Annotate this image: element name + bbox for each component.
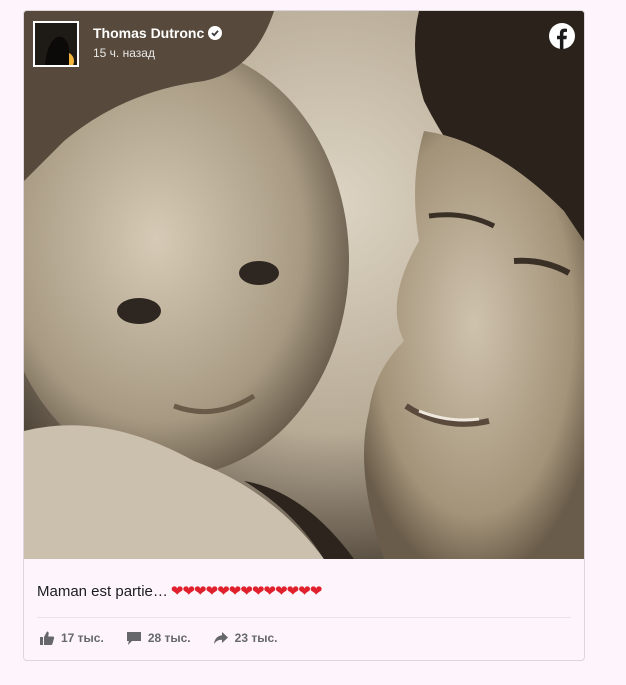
shares-count: 23 тыс. — [234, 631, 278, 645]
heart-emoji-icon: ❤ — [309, 583, 323, 600]
heart-emoji-icon: ❤ — [182, 583, 195, 600]
facebook-post-embed: Thomas Dutronc 15 ч. назад Maman est par… — [23, 10, 585, 661]
heart-emoji-icon: ❤ — [251, 583, 265, 600]
author-name-text[interactable]: Thomas Dutronc — [93, 25, 204, 41]
likes-count: 17 тыс. — [61, 631, 104, 645]
heart-emoji-icon: ❤ — [298, 583, 311, 600]
heart-emoji-icon: ❤ — [228, 583, 242, 600]
post-header: Thomas Dutronc 15 ч. назад — [33, 21, 577, 75]
facebook-logo-icon[interactable] — [549, 23, 575, 49]
heart-emoji-icon: ❤ — [194, 583, 207, 600]
author-avatar[interactable] — [33, 21, 79, 67]
post-timestamp[interactable]: 15 ч. назад — [93, 46, 155, 60]
likes-stat[interactable]: 17 тыс. — [39, 630, 104, 646]
caption-text: Maman est partie… — [37, 582, 168, 600]
heart-emoji-icon: ❤ — [275, 583, 288, 600]
heart-emoji-icon: ❤ — [286, 583, 300, 600]
verified-check-icon — [208, 26, 223, 40]
heart-emoji-icon: ❤ — [217, 583, 230, 600]
thumbs-up-icon — [39, 630, 55, 646]
divider — [37, 617, 571, 618]
heart-emoji-icon: ❤ — [240, 583, 253, 600]
heart-emoji-icon: ❤ — [170, 583, 184, 600]
heart-emoji-icon: ❤ — [263, 583, 277, 600]
heart-emoji-icon: ❤ — [205, 583, 219, 600]
engagement-stats: 17 тыс. 28 тыс. 23 тыс. — [39, 630, 277, 646]
share-arrow-icon — [213, 630, 229, 646]
comments-stat[interactable]: 28 тыс. — [126, 630, 191, 646]
post-photo[interactable] — [24, 11, 584, 559]
comments-count: 28 тыс. — [147, 631, 191, 645]
author-name[interactable]: Thomas Dutronc — [93, 25, 223, 41]
shares-stat[interactable]: 23 тыс. — [213, 630, 278, 646]
post-caption: Maman est partie… ❤❤❤❤❤❤❤❤❤❤❤❤❤ — [37, 582, 322, 601]
comment-bubble-icon — [126, 630, 142, 646]
caption-hearts: ❤❤❤❤❤❤❤❤❤❤❤❤❤ — [171, 582, 322, 600]
